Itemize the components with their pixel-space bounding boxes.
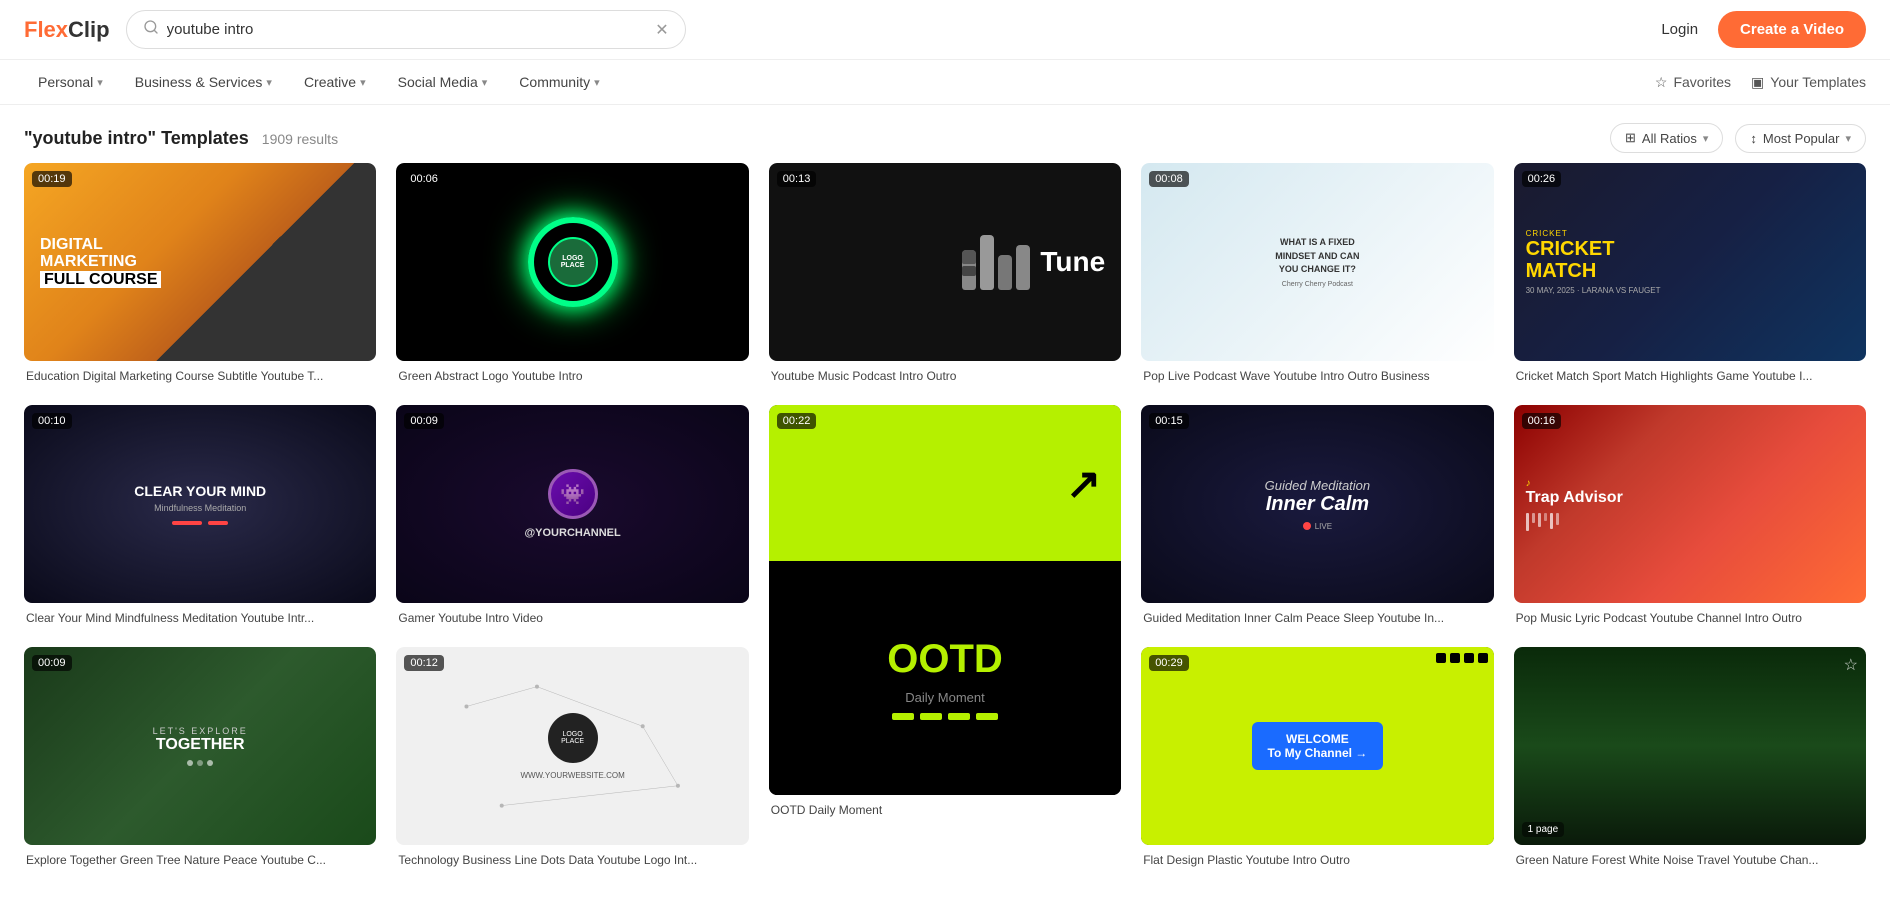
- chevron-down-icon: ▾: [360, 76, 366, 89]
- card-title: Pop Music Lyric Podcast Youtube Channel …: [1514, 610, 1866, 627]
- card-thumbnail: DIGITALMARKETINGFULL COURSE 00:19 ▶: [24, 163, 376, 361]
- template-card[interactable]: WHAT IS A FIXEDMINDSET AND CANYOU CHANGE…: [1141, 163, 1493, 385]
- card-thumbnail: ↗ OOTD Daily Moment 00:22 ▶: [769, 405, 1121, 795]
- template-card[interactable]: LOGOPLACE 00:06 ▶ Green Abstract Logo Yo…: [396, 163, 748, 385]
- create-video-button[interactable]: Create a Video: [1718, 11, 1866, 48]
- search-bar: ✕: [126, 10, 686, 49]
- card-thumbnail: ♪ Trap Advisor 00:16 ▶: [1514, 405, 1866, 603]
- card-title: Clear Your Mind Mindfulness Meditation Y…: [24, 610, 376, 627]
- card-thumbnail: CLEAR YOUR MIND Mindfulness Meditation 0…: [24, 405, 376, 603]
- card-title: Explore Together Green Tree Nature Peace…: [24, 852, 376, 869]
- most-popular-filter[interactable]: ↕ Most Popular ▾: [1735, 124, 1866, 153]
- ratio-icon: ⊞: [1625, 130, 1636, 146]
- template-card[interactable]: CLEAR YOUR MIND Mindfulness Meditation 0…: [24, 405, 376, 627]
- template-card-large[interactable]: ↗ OOTD Daily Moment 00:22 ▶ OOTD Daily M…: [769, 405, 1121, 869]
- search-input[interactable]: [167, 21, 648, 38]
- nav-item-community[interactable]: Community ▾: [505, 60, 613, 104]
- card-title: Education Digital Marketing Course Subti…: [24, 368, 376, 385]
- chevron-down-icon: ▾: [594, 76, 600, 89]
- card-title: Guided Meditation Inner Calm Peace Sleep…: [1141, 610, 1493, 627]
- template-card[interactable]: Tune 00:13 ▶ Youtube Music Podcast Intro…: [769, 163, 1121, 385]
- all-ratios-filter[interactable]: ⊞ All Ratios ▾: [1610, 123, 1723, 153]
- card-thumbnail: WELCOMETo My Channel → 00:29 ▶: [1141, 647, 1493, 845]
- card-title: OOTD Daily Moment: [769, 802, 1121, 819]
- header: FlexClip ✕ Login Create a Video: [0, 0, 1890, 60]
- nav-item-personal[interactable]: Personal ▾: [24, 60, 117, 104]
- login-button[interactable]: Login: [1661, 21, 1698, 38]
- card-thumbnail: 👾 @YOURCHANNEL 00:09 ▶: [396, 405, 748, 603]
- nav-right: ☆ Favorites ▣ Your Templates: [1655, 74, 1866, 91]
- card-title: Gamer Youtube Intro Video: [396, 610, 748, 627]
- template-card[interactable]: LET'S EXPLORE TOGETHER 00:09 ▶ Explore T…: [24, 647, 376, 869]
- chevron-down-icon: ▾: [1703, 132, 1709, 145]
- results-title: "youtube intro" Templates 1909 results: [24, 128, 338, 149]
- card-title: Flat Design Plastic Youtube Intro Outro: [1141, 852, 1493, 869]
- logo[interactable]: FlexClip: [24, 17, 110, 43]
- template-card[interactable]: Guided Meditation Inner Calm LIVE 00:15 …: [1141, 405, 1493, 627]
- template-card[interactable]: CRICKET CRICKETMATCH 30 MAY, 2025 · LARA…: [1514, 163, 1866, 385]
- header-right: Login Create a Video: [1661, 11, 1866, 48]
- your-templates-button[interactable]: ▣ Your Templates: [1751, 74, 1866, 91]
- template-card[interactable]: LOGOPLACE WWW.YOURWEBSITE.COM: [396, 647, 748, 869]
- nav: Personal ▾ Business & Services ▾ Creativ…: [0, 60, 1890, 105]
- card-thumbnail: Tune 00:13 ▶: [769, 163, 1121, 361]
- results-header: "youtube intro" Templates 1909 results ⊞…: [0, 105, 1890, 163]
- card-thumbnail: LET'S EXPLORE TOGETHER 00:09 ▶: [24, 647, 376, 845]
- template-card[interactable]: WELCOMETo My Channel → 00:29 ▶ Flat Desi…: [1141, 647, 1493, 869]
- card-thumbnail: Guided Meditation Inner Calm LIVE 00:15 …: [1141, 405, 1493, 603]
- nav-item-creative[interactable]: Creative ▾: [290, 60, 380, 104]
- card-thumbnail: CRICKET CRICKETMATCH 30 MAY, 2025 · LARA…: [1514, 163, 1866, 361]
- card-title: Cricket Match Sport Match Highlights Gam…: [1514, 368, 1866, 385]
- card-title: Technology Business Line Dots Data Youtu…: [396, 852, 748, 869]
- nav-item-business[interactable]: Business & Services ▾: [121, 60, 286, 104]
- search-icon: [143, 19, 159, 40]
- filter-bar: ⊞ All Ratios ▾ ↕ Most Popular ▾: [1610, 123, 1866, 153]
- card-title: Green Abstract Logo Youtube Intro: [396, 368, 748, 385]
- card-thumbnail: LOGOPLACE 00:06 ▶: [396, 163, 748, 361]
- template-card[interactable]: ☆ 1 page ▶ Green Nature Forest White Noi…: [1514, 647, 1866, 869]
- template-card[interactable]: DIGITALMARKETINGFULL COURSE 00:19 ▶ Educ…: [24, 163, 376, 385]
- card-title: Pop Live Podcast Wave Youtube Intro Outr…: [1141, 368, 1493, 385]
- search-clear-button[interactable]: ✕: [655, 20, 668, 40]
- star-icon: ☆: [1655, 74, 1668, 91]
- chevron-down-icon: ▾: [97, 76, 103, 89]
- card-title: Youtube Music Podcast Intro Outro: [769, 368, 1121, 385]
- favorites-button[interactable]: ☆ Favorites: [1655, 74, 1731, 91]
- card-title: Green Nature Forest White Noise Travel Y…: [1514, 852, 1866, 869]
- template-grid: DIGITALMARKETINGFULL COURSE 00:19 ▶ Educ…: [0, 163, 1890, 893]
- template-card[interactable]: ♪ Trap Advisor 00:16 ▶ Pop Music Lyric P…: [1514, 405, 1866, 627]
- chevron-down-icon: ▾: [1845, 132, 1851, 145]
- sort-icon: ↕: [1750, 131, 1757, 146]
- chevron-down-icon: ▾: [266, 76, 272, 89]
- card-thumbnail: WHAT IS A FIXEDMINDSET AND CANYOU CHANGE…: [1141, 163, 1493, 361]
- template-icon: ▣: [1751, 74, 1764, 91]
- card-thumbnail: ☆ 1 page ▶: [1514, 647, 1866, 845]
- template-card[interactable]: 👾 @YOURCHANNEL 00:09 ▶ Gamer Youtube Int…: [396, 405, 748, 627]
- card-thumbnail: LOGOPLACE WWW.YOURWEBSITE.COM: [396, 647, 748, 845]
- nav-item-social-media[interactable]: Social Media ▾: [384, 60, 502, 104]
- chevron-down-icon: ▾: [482, 76, 488, 89]
